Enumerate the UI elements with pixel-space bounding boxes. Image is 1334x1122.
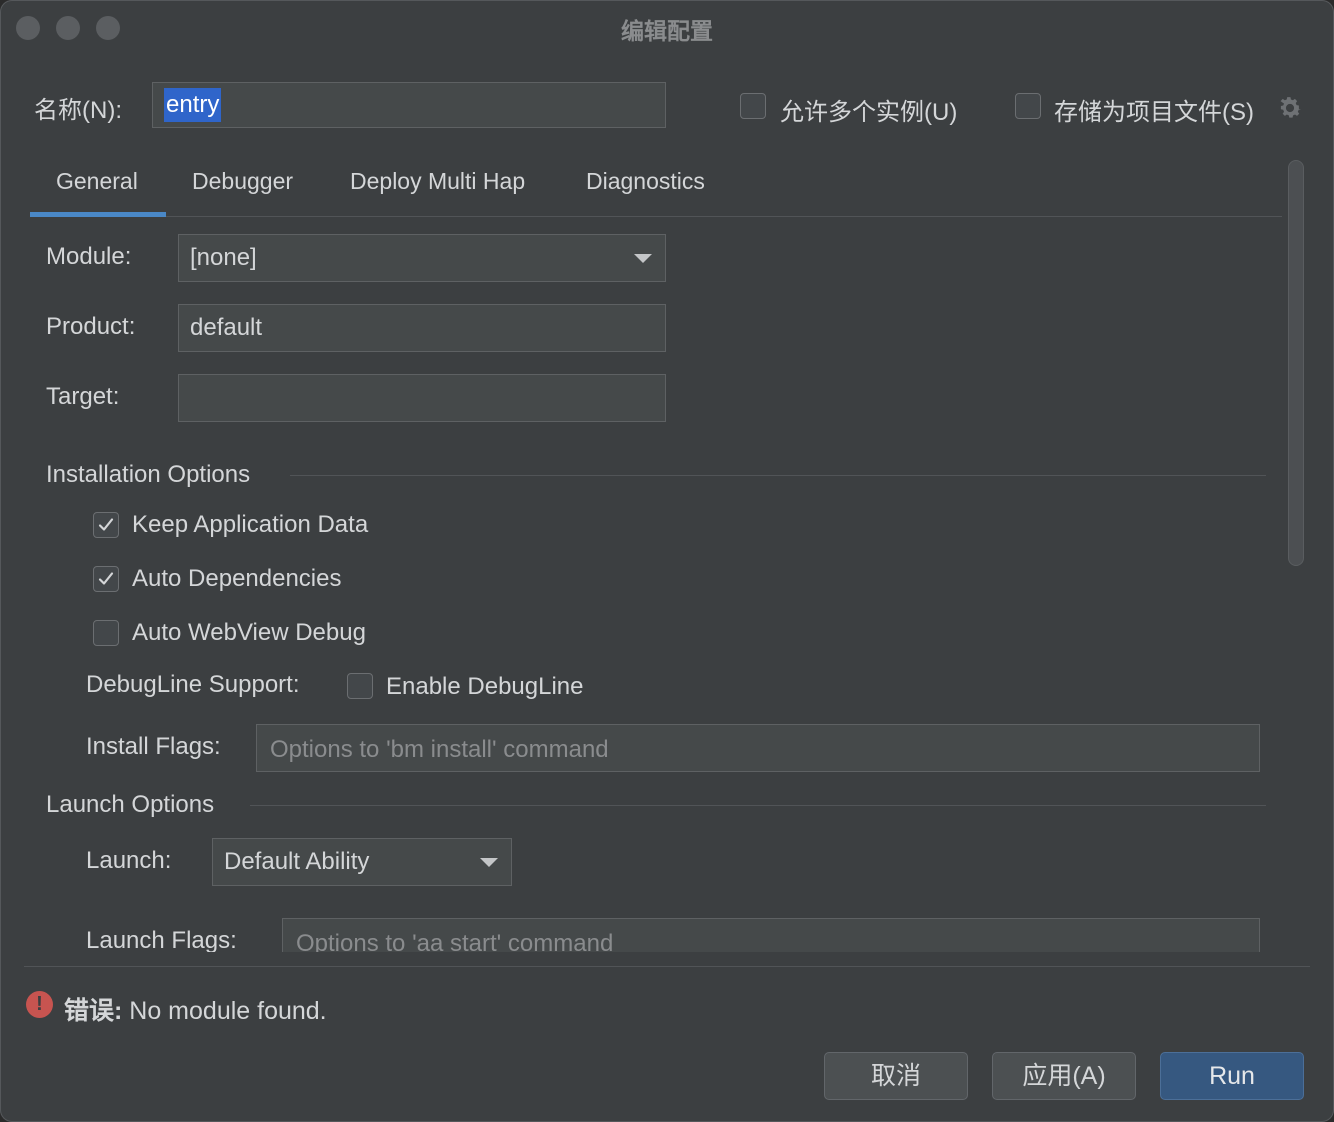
launch-flags-label: Launch Flags:	[86, 927, 237, 954]
allow-multiple-instances-checkbox[interactable]	[740, 93, 766, 119]
tab-debugger[interactable]: Debugger	[192, 168, 293, 195]
content-clip	[24, 952, 1280, 966]
product-field-value: default	[190, 314, 263, 341]
auto-dependencies-label[interactable]: Auto Dependencies	[132, 565, 341, 593]
installation-options-title: Installation Options	[46, 461, 251, 488]
gear-icon[interactable]	[1276, 94, 1304, 122]
error-text: No module found.	[129, 997, 327, 1025]
edit-configuration-dialog: 编辑配置 名称(N): entry 允许多个实例(U) 存储为项目文件(S) G…	[0, 0, 1334, 1122]
store-as-project-file-checkbox[interactable]	[1015, 93, 1041, 119]
cancel-button[interactable]: 取消	[824, 1052, 968, 1100]
tabs-separator	[30, 216, 1282, 217]
name-label: 名称(N):	[34, 97, 122, 124]
launch-dropdown-value: Default Ability	[224, 848, 370, 875]
launch-label: Launch:	[86, 847, 172, 874]
tab-deploy-multi-hap[interactable]: Deploy Multi Hap	[350, 168, 525, 195]
product-field[interactable]: default	[178, 304, 666, 352]
checkmark-icon	[98, 518, 114, 531]
allow-multiple-instances-label[interactable]: 允许多个实例(U)	[780, 92, 957, 127]
target-field[interactable]	[178, 374, 666, 422]
tab-diagnostics[interactable]: Diagnostics	[586, 168, 705, 195]
error-message: 错误: No module found.	[64, 991, 327, 1027]
active-tab-indicator	[30, 212, 166, 217]
installation-options-divider	[290, 475, 1266, 476]
checkmark-icon	[98, 572, 114, 585]
module-label: Module:	[46, 243, 132, 270]
error-icon: !	[26, 991, 53, 1018]
vertical-scrollbar[interactable]	[1288, 160, 1304, 566]
chevron-down-icon	[480, 858, 498, 867]
chevron-down-icon	[634, 254, 652, 263]
store-as-project-file-label[interactable]: 存储为项目文件(S)	[1054, 92, 1254, 127]
module-dropdown-value: [none]	[190, 244, 257, 271]
name-input[interactable]: entry	[152, 82, 666, 128]
auto-webview-debug-checkbox[interactable]	[93, 620, 119, 646]
apply-button[interactable]: 应用(A)	[992, 1052, 1136, 1100]
install-flags-label: Install Flags:	[86, 733, 221, 760]
footer-separator	[24, 966, 1310, 967]
keep-application-data-label[interactable]: Keep Application Data	[132, 511, 368, 539]
window-title: 编辑配置	[621, 18, 713, 44]
install-flags-input[interactable]: Options to 'bm install' command	[256, 724, 1260, 772]
auto-webview-debug-label[interactable]: Auto WebView Debug	[132, 619, 366, 647]
name-input-value: entry	[164, 88, 222, 122]
keep-application-data-checkbox[interactable]	[93, 512, 119, 538]
install-flags-placeholder: Options to 'bm install' command	[270, 736, 609, 763]
module-dropdown[interactable]: [none]	[178, 234, 666, 282]
auto-dependencies-checkbox[interactable]	[93, 566, 119, 592]
product-label: Product:	[46, 313, 136, 340]
enable-debugline-label[interactable]: Enable DebugLine	[386, 673, 584, 701]
debugline-support-label: DebugLine Support:	[86, 671, 300, 698]
error-prefix: 错误:	[64, 997, 123, 1025]
tab-general[interactable]: General	[56, 168, 138, 195]
enable-debugline-checkbox[interactable]	[347, 673, 373, 699]
title-bar: 编辑配置	[0, 0, 1334, 56]
target-label: Target:	[46, 383, 120, 410]
launch-options-divider	[250, 805, 1266, 806]
run-button[interactable]: Run	[1160, 1052, 1304, 1100]
launch-dropdown[interactable]: Default Ability	[212, 838, 512, 886]
launch-options-title: Launch Options	[46, 791, 215, 818]
